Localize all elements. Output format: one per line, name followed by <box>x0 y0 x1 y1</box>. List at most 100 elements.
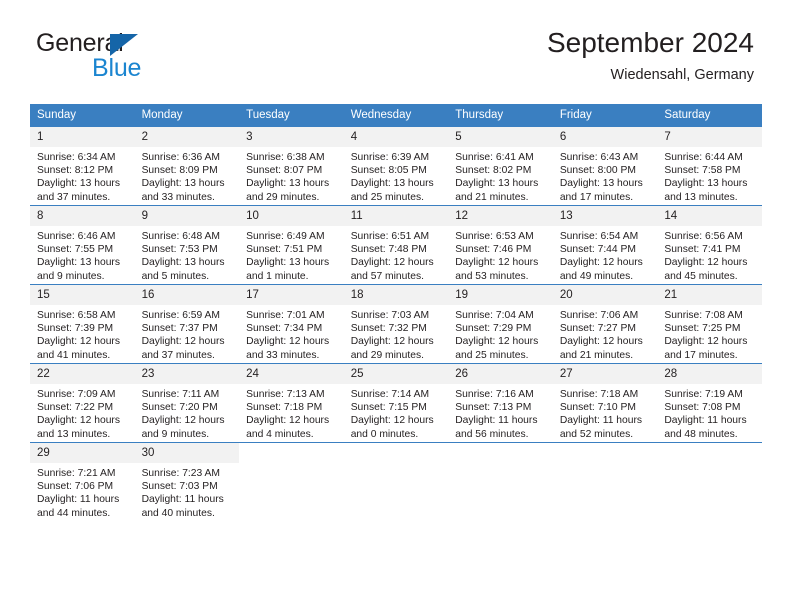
sunrise-text: Sunrise: 7:16 AM <box>455 389 534 400</box>
day-cell: 8 Sunrise: 6:46 AM Sunset: 7:55 PM Daylight… <box>30 205 135 285</box>
day-details: Sunrise: 7:01 AM Sunset: 7:34 PM Daylight:… <box>239 305 344 362</box>
day-cell: 12 Sunrise: 6:53 AM Sunset: 7:46 PM Dayligh… <box>448 205 553 285</box>
day-cell: 15 Sunrise: 6:58 AM Sunset: 7:39 PM Dayligh… <box>30 284 135 364</box>
sunrise-text: Sunrise: 6:44 AM <box>664 152 743 163</box>
daylight-line1: Daylight: 12 hours <box>37 415 120 427</box>
day-number: 10 <box>239 206 344 226</box>
daylight-line1: Daylight: 12 hours <box>350 257 434 269</box>
daylight-line1: Daylight: 12 hours <box>141 336 225 348</box>
daylight-line2: and 44 minutes. <box>37 507 111 519</box>
daylight-line1: Daylight: 13 hours <box>664 178 748 190</box>
day-details: Sunrise: 7:19 AM Sunset: 7:08 PM Daylight:… <box>657 384 762 441</box>
day-details: Sunrise: 7:04 AM Sunset: 7:29 PM Daylight:… <box>448 305 553 362</box>
location-subtitle: Wiedensahl, Germany <box>610 67 754 83</box>
day-cell: 20 Sunrise: 7:06 AM Sunset: 7:27 PM Dayligh… <box>552 284 658 364</box>
day-cell: 16 Sunrise: 6:59 AM Sunset: 7:37 PM Dayligh… <box>134 284 240 364</box>
day-number: 23 <box>134 364 240 384</box>
daylight-line2: and 13 minutes. <box>664 191 738 203</box>
daylight-line2: and 52 minutes. <box>559 428 634 440</box>
sunset-text: Sunset: 7:37 PM <box>141 323 218 335</box>
day-cell: 28 Sunrise: 7:19 AM Sunset: 7:08 PM Dayligh… <box>657 363 762 443</box>
daylight-line1: Daylight: 12 hours <box>246 336 330 348</box>
day-cell: 23 Sunrise: 7:11 AM Sunset: 7:20 PM Dayligh… <box>134 363 240 443</box>
sunset-text: Sunset: 7:39 PM <box>37 323 114 335</box>
day-number: 20 <box>552 285 658 305</box>
daylight-line2: and 48 minutes. <box>664 428 738 440</box>
day-details: Sunrise: 7:21 AM Sunset: 7:06 PM Daylight:… <box>30 463 135 520</box>
day-details: Sunrise: 6:54 AM Sunset: 7:44 PM Daylight:… <box>553 226 658 283</box>
sunrise-text: Sunrise: 6:48 AM <box>141 231 220 242</box>
daylight-line2: and 1 minute. <box>246 270 309 282</box>
daylight-line2: and 17 minutes. <box>559 191 634 203</box>
daylight-line1: Daylight: 13 hours <box>37 178 120 190</box>
sunset-text: Sunset: 7:25 PM <box>664 323 741 335</box>
day-cell-empty <box>448 442 553 521</box>
daylight-line1: Daylight: 13 hours <box>246 257 330 269</box>
sunset-text: Sunset: 7:03 PM <box>141 481 218 493</box>
daylight-line1: Daylight: 12 hours <box>350 415 434 427</box>
day-number: 1 <box>30 127 135 147</box>
daylight-line2: and 49 minutes. <box>559 270 634 282</box>
day-number: 14 <box>657 206 762 226</box>
day-cell: 27 Sunrise: 7:18 AM Sunset: 7:10 PM Dayligh… <box>552 363 658 443</box>
sunrise-text: Sunrise: 6:58 AM <box>37 310 116 321</box>
daylight-line1: Daylight: 13 hours <box>141 178 225 190</box>
sunrise-text: Sunrise: 7:18 AM <box>559 389 639 400</box>
day-cell: 2 Sunrise: 6:36 AM Sunset: 8:09 PM Daylight… <box>134 127 240 206</box>
day-number: 28 <box>657 364 762 384</box>
page-title: September 2024 <box>546 27 754 58</box>
logo-text-blue: Blue <box>92 54 142 82</box>
page-header: General Blue September 2024 Wiedensahl, … <box>0 0 792 98</box>
day-cell: 24 Sunrise: 7:13 AM Sunset: 7:18 PM Dayligh… <box>239 363 344 443</box>
daylight-line1: Daylight: 13 hours <box>141 257 225 269</box>
day-cell: 4 Sunrise: 6:39 AM Sunset: 8:05 PM Daylight… <box>343 127 449 206</box>
sunrise-text: Sunrise: 6:34 AM <box>37 152 116 163</box>
daylight-line1: Daylight: 12 hours <box>664 257 748 269</box>
day-details: Sunrise: 6:38 AM Sunset: 8:07 PM Daylight:… <box>239 147 344 204</box>
day-cell: 29 Sunrise: 7:21 AM Sunset: 7:06 PM Dayligh… <box>30 442 135 521</box>
daylight-line1: Daylight: 12 hours <box>246 415 330 427</box>
day-number: 9 <box>134 206 240 226</box>
day-details: Sunrise: 6:44 AM Sunset: 7:58 PM Daylight:… <box>657 147 762 204</box>
day-number: 7 <box>657 127 762 147</box>
day-number: 15 <box>30 285 135 305</box>
day-details: Sunrise: 7:06 AM Sunset: 7:27 PM Daylight:… <box>553 305 658 362</box>
daylight-line1: Daylight: 12 hours <box>664 336 748 348</box>
daylight-line2: and 5 minutes. <box>141 270 210 282</box>
day-number: 24 <box>239 364 344 384</box>
sunrise-text: Sunrise: 6:53 AM <box>455 231 534 242</box>
day-details: Sunrise: 7:18 AM Sunset: 7:10 PM Daylight:… <box>553 384 658 441</box>
sunset-text: Sunset: 7:08 PM <box>664 402 741 414</box>
daylight-line1: Daylight: 12 hours <box>559 336 643 348</box>
daylight-line2: and 53 minutes. <box>455 270 529 282</box>
sunset-text: Sunset: 7:22 PM <box>37 402 114 414</box>
day-cell: 3 Sunrise: 6:38 AM Sunset: 8:07 PM Daylight… <box>239 127 344 206</box>
sunset-text: Sunset: 7:55 PM <box>37 244 114 256</box>
daylight-line1: Daylight: 13 hours <box>350 178 434 190</box>
daylight-line1: Daylight: 12 hours <box>455 336 539 348</box>
logo-triangle-icon <box>110 34 138 56</box>
sunset-text: Sunset: 8:00 PM <box>559 165 636 177</box>
daylight-line2: and 57 minutes. <box>350 270 424 282</box>
day-number <box>448 443 553 463</box>
day-number: 13 <box>552 206 658 226</box>
sunrise-text: Sunrise: 7:19 AM <box>664 389 743 400</box>
day-number <box>344 443 449 463</box>
day-cell: 22 Sunrise: 7:09 AM Sunset: 7:22 PM Dayligh… <box>30 363 135 443</box>
day-cell: 21 Sunrise: 7:08 AM Sunset: 7:25 PM Dayligh… <box>657 284 762 364</box>
daylight-line1: Daylight: 11 hours <box>664 415 747 427</box>
day-cell: 14 Sunrise: 6:56 AM Sunset: 7:41 PM Dayligh… <box>657 205 762 285</box>
sunrise-text: Sunrise: 7:13 AM <box>246 389 325 400</box>
daylight-line2: and 29 minutes. <box>246 191 320 203</box>
calendar-week-row: 8 Sunrise: 6:46 AM Sunset: 7:55 PM Daylight… <box>30 205 762 285</box>
day-details: Sunrise: 6:46 AM Sunset: 7:55 PM Daylight:… <box>30 226 135 283</box>
sunset-text: Sunset: 7:41 PM <box>664 244 741 256</box>
daylight-line2: and 37 minutes. <box>37 191 111 203</box>
day-number: 25 <box>343 364 449 384</box>
day-cell: 13 Sunrise: 6:54 AM Sunset: 7:44 PM Dayligh… <box>552 205 658 285</box>
day-number <box>657 443 762 463</box>
daylight-line2: and 13 minutes. <box>37 428 111 440</box>
day-number: 29 <box>30 443 135 463</box>
day-details: Sunrise: 7:11 AM Sunset: 7:20 PM Daylight:… <box>135 384 240 441</box>
day-details: Sunrise: 7:16 AM Sunset: 7:13 PM Daylight:… <box>448 384 553 441</box>
